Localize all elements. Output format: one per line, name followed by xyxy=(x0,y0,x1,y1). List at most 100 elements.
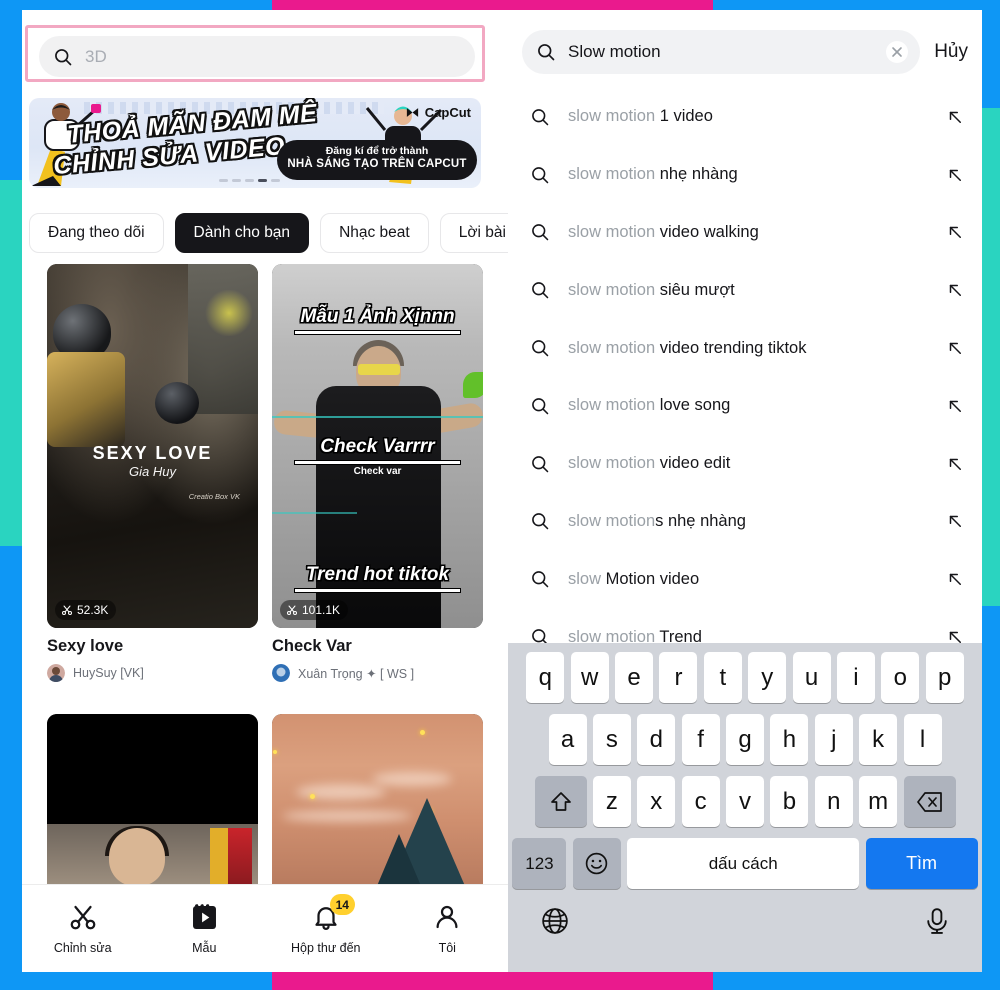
promo-banner[interactable]: THOẢ MÃN ĐAM MÊ CHỈNH SỬA VIDEO Đăng kí … xyxy=(29,98,481,188)
key-d[interactable]: d xyxy=(637,714,676,765)
key-w[interactable]: w xyxy=(570,652,609,703)
key-z[interactable]: z xyxy=(592,776,631,827)
arrow-up-left-icon[interactable] xyxy=(946,108,964,126)
microphone-icon[interactable] xyxy=(922,906,952,936)
nav-item-chinh-sua[interactable]: Chỉnh sửa xyxy=(22,885,144,972)
search-submit-key[interactable]: Tìm xyxy=(865,838,978,889)
usage-count-value: 52.3K xyxy=(77,603,109,617)
key-n[interactable]: n xyxy=(814,776,853,827)
edge-band-left-upper xyxy=(0,0,22,180)
search-input[interactable]: 3D xyxy=(39,36,475,77)
key-e[interactable]: e xyxy=(615,652,654,703)
keyboard-row-4: 123 dấu cách Tìm xyxy=(508,838,982,889)
arrow-up-left-icon[interactable] xyxy=(946,455,964,473)
key-q[interactable]: q xyxy=(526,652,565,703)
key-j[interactable]: j xyxy=(814,714,853,765)
suggestion-item[interactable]: slow motion nhẹ nhàng xyxy=(508,146,982,204)
key-t[interactable]: t xyxy=(703,652,742,703)
tab-nhac-beat[interactable]: Nhạc beat xyxy=(320,213,429,253)
suggestion-item[interactable]: slow motions nhẹ nhàng xyxy=(508,493,982,551)
search-icon xyxy=(532,282,549,299)
scissors-icon xyxy=(287,605,297,615)
emoji-key[interactable] xyxy=(572,838,621,889)
search-input[interactable]: Slow motion xyxy=(522,30,921,74)
key-f[interactable]: f xyxy=(681,714,720,765)
cancel-button[interactable]: Hủy xyxy=(930,41,968,63)
suggestion-item[interactable]: slow motion love song xyxy=(508,377,982,435)
arrow-up-left-icon[interactable] xyxy=(946,570,964,588)
key-h[interactable]: h xyxy=(770,714,809,765)
clear-search-button[interactable] xyxy=(886,41,909,63)
suggestion-text: slow motion video trending tiktok xyxy=(568,338,807,357)
template-card[interactable] xyxy=(47,714,258,886)
arrow-up-left-icon[interactable] xyxy=(946,281,964,299)
template-card[interactable]: SEXY LOVE Gia Huy Creatio Box VK 52.3K S… xyxy=(47,264,258,682)
suggestion-item[interactable]: slow motion siêu mượt xyxy=(508,261,982,319)
edge-band-top-left xyxy=(0,0,272,10)
backspace-key[interactable] xyxy=(903,776,956,827)
key-y[interactable]: y xyxy=(748,652,787,703)
suggestion-item[interactable]: slow motion video edit xyxy=(508,435,982,493)
tab-danh-cho-ban[interactable]: Dành cho bạn xyxy=(174,213,310,253)
suggestion-item[interactable]: slow Motion video xyxy=(508,550,982,608)
arrow-up-left-icon[interactable] xyxy=(946,512,964,530)
space-key[interactable]: dấu cách xyxy=(627,838,860,889)
keyboard-row-2: a s d f g h j k l xyxy=(508,714,982,765)
search-highlight-box: 3D xyxy=(25,25,485,82)
template-thumbnail[interactable] xyxy=(47,714,258,886)
key-v[interactable]: v xyxy=(726,776,764,827)
screenshot-root: 3D THOẢ MÃN ĐAM MÊ CHỈNH SỬA VIDEO Đăng … xyxy=(0,0,1000,990)
template-thumbnail[interactable] xyxy=(272,714,483,886)
search-icon xyxy=(55,48,72,65)
capcut-mark-icon xyxy=(406,108,418,117)
thumb-overlay-subtitle: Gia Huy xyxy=(129,464,176,479)
nav-item-hop-thu-den[interactable]: 14 Hộp thư đến xyxy=(265,885,387,972)
numeric-key[interactable]: 123 xyxy=(512,838,567,889)
suggestion-text: slow Motion video xyxy=(568,569,700,588)
suggestion-item[interactable]: slow motion 1 video xyxy=(508,88,982,146)
nav-item-mau[interactable]: Mẫu xyxy=(144,885,266,972)
nav-item-toi[interactable]: Tôi xyxy=(387,885,509,972)
thumb-overlay-bottom: Trend hot tiktok xyxy=(272,564,483,592)
key-a[interactable]: a xyxy=(548,714,587,765)
suggestion-item[interactable]: slow motion video walking xyxy=(508,204,982,262)
template-thumbnail[interactable]: Mẫu 1 Ảnh Xịnnn Check Varrrr Check var T… xyxy=(272,264,483,628)
key-o[interactable]: o xyxy=(881,652,920,703)
arrow-up-left-icon[interactable] xyxy=(946,223,964,241)
key-r[interactable]: r xyxy=(659,652,698,703)
banner-cta[interactable]: Đăng kí để trở thành NHÀ SÁNG TẠO TRÊN C… xyxy=(277,140,477,180)
template-author[interactable]: Xuân Trọng ✦ [ WS ] xyxy=(272,664,483,682)
key-m[interactable]: m xyxy=(859,776,898,827)
suggestion-item[interactable]: slow motion video trending tiktok xyxy=(508,319,982,377)
scissors-icon xyxy=(70,905,96,930)
key-i[interactable]: i xyxy=(836,652,875,703)
person-icon xyxy=(436,905,458,929)
shift-key[interactable] xyxy=(534,776,587,827)
key-s[interactable]: s xyxy=(592,714,631,765)
key-x[interactable]: x xyxy=(637,776,676,827)
tab-loi-bai-hat[interactable]: Lời bài hát xyxy=(439,213,508,253)
scissors-icon xyxy=(62,605,72,615)
key-l[interactable]: l xyxy=(903,714,942,765)
edge-band-left-lower xyxy=(0,546,22,990)
template-thumbnail[interactable]: SEXY LOVE Gia Huy Creatio Box VK 52.3K xyxy=(47,264,258,628)
key-g[interactable]: g xyxy=(726,714,764,765)
avatar xyxy=(47,664,65,682)
key-c[interactable]: c xyxy=(681,776,720,827)
template-card[interactable] xyxy=(272,714,483,886)
key-u[interactable]: u xyxy=(792,652,831,703)
arrow-up-left-icon[interactable] xyxy=(946,166,964,184)
template-card[interactable]: Mẫu 1 Ảnh Xịnnn Check Varrrr Check var T… xyxy=(272,264,483,682)
template-author-name: HuySuy [VK] xyxy=(73,666,144,680)
keyboard-row-1: q w e r t y u i o p xyxy=(508,652,982,703)
key-p[interactable]: p xyxy=(925,652,964,703)
suggestion-text: slow motion video edit xyxy=(568,454,731,473)
template-author[interactable]: HuySuy [VK] xyxy=(47,664,258,682)
tab-dang-theo-doi[interactable]: Đang theo dõi xyxy=(29,213,164,253)
arrow-up-left-icon[interactable] xyxy=(946,397,964,415)
key-b[interactable]: b xyxy=(770,776,809,827)
globe-icon[interactable] xyxy=(540,906,570,936)
key-k[interactable]: k xyxy=(859,714,898,765)
arrow-up-left-icon[interactable] xyxy=(946,339,964,357)
category-tabs: Đang theo dõi Dành cho bạn Nhạc beat Lời… xyxy=(29,213,508,253)
